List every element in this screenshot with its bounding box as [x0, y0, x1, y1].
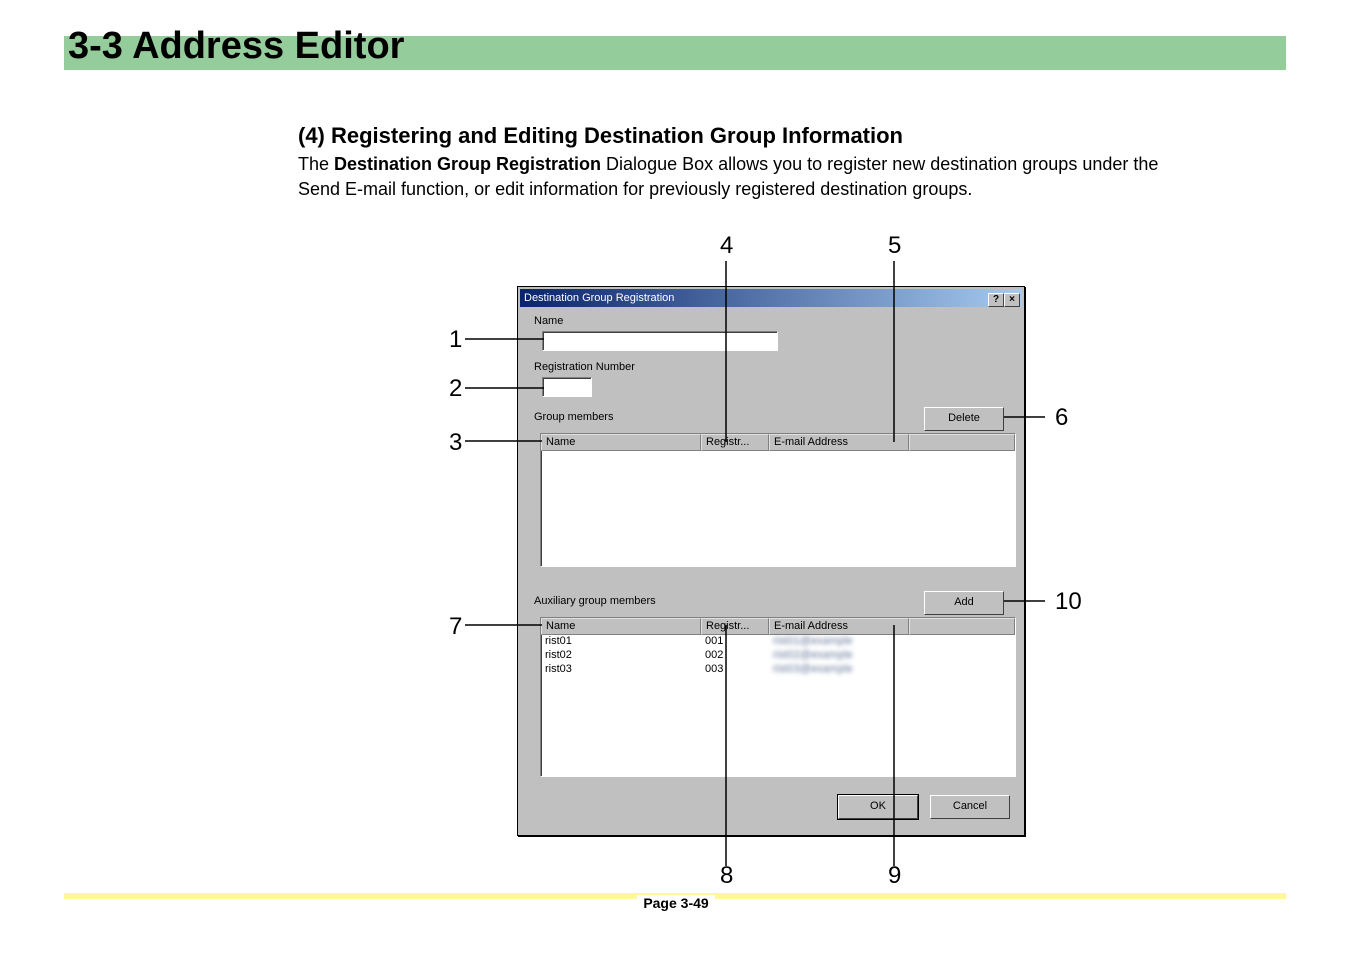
subsection-heading: (4) Registering and Editing Destination … — [298, 123, 903, 149]
col-spacer — [909, 434, 1015, 451]
name-field[interactable] — [542, 331, 778, 351]
para-bold: Destination Group Registration — [334, 154, 601, 174]
callout-9: 9 — [888, 862, 901, 890]
callout-4: 4 — [720, 232, 733, 260]
aux-col-registr[interactable]: Registr... — [701, 618, 769, 635]
group-members-header: Name Registr... E-mail Address — [541, 434, 1015, 451]
close-button[interactable]: × — [1004, 293, 1020, 307]
callout-1: 1 — [449, 326, 462, 354]
auxiliary-members-label: Auxiliary group members — [534, 595, 656, 607]
registration-number-label: Registration Number — [534, 361, 635, 373]
callout-7: 7 — [449, 613, 462, 641]
ok-button[interactable]: OK — [838, 795, 918, 819]
destination-group-registration-dialog: Destination Group Registration ?× Name R… — [517, 286, 1025, 836]
auxiliary-members-list[interactable]: Name Registr... E-mail Address rist01 00… — [540, 617, 1016, 777]
section-header-bar: 3-3 Address Editor — [64, 36, 1286, 70]
aux-row-name: rist01 — [541, 635, 701, 649]
aux-row-name: rist02 — [541, 649, 701, 663]
group-members-label: Group members — [534, 411, 613, 423]
name-label: Name — [534, 315, 563, 327]
cancel-button[interactable]: Cancel — [930, 795, 1010, 819]
group-members-list[interactable]: Name Registr... E-mail Address — [540, 433, 1016, 567]
aux-row-email: rist02@example — [769, 649, 909, 663]
dialog-title: Destination Group Registration — [524, 292, 674, 304]
page-number: Page 3-49 — [0, 895, 1352, 911]
callout-5: 5 — [888, 232, 901, 260]
list-item[interactable]: rist03 003 rist03@example — [541, 663, 1015, 677]
callout-6: 6 — [1055, 404, 1068, 432]
aux-row-registr: 002 — [701, 649, 769, 663]
delete-button[interactable]: Delete — [924, 407, 1004, 431]
add-button[interactable]: Add — [924, 591, 1004, 615]
dialog-titlebar: Destination Group Registration ?× — [520, 289, 1022, 307]
para-pre: The — [298, 154, 334, 174]
col-name[interactable]: Name — [541, 434, 701, 451]
col-email[interactable]: E-mail Address — [769, 434, 909, 451]
aux-row-registr: 003 — [701, 663, 769, 677]
aux-col-email[interactable]: E-mail Address — [769, 618, 909, 635]
aux-col-name[interactable]: Name — [541, 618, 701, 635]
list-item[interactable]: rist02 002 rist02@example — [541, 649, 1015, 663]
aux-col-spacer — [909, 618, 1015, 635]
section-title: 3-3 Address Editor — [64, 25, 1286, 68]
aux-row-email: rist01@example — [769, 635, 909, 649]
aux-row-registr: 001 — [701, 635, 769, 649]
list-item[interactable]: rist01 001 rist01@example — [541, 635, 1015, 649]
callout-2: 2 — [449, 375, 462, 403]
registration-number-field[interactable] — [542, 377, 592, 397]
col-registr[interactable]: Registr... — [701, 434, 769, 451]
auxiliary-members-header: Name Registr... E-mail Address — [541, 618, 1015, 635]
callout-8: 8 — [720, 862, 733, 890]
help-button[interactable]: ? — [988, 293, 1004, 307]
callout-10: 10 — [1055, 588, 1082, 616]
aux-row-email: rist03@example — [769, 663, 909, 677]
aux-row-name: rist03 — [541, 663, 701, 677]
callout-3: 3 — [449, 429, 462, 457]
subsection-paragraph: The Destination Group Registration Dialo… — [298, 152, 1168, 202]
